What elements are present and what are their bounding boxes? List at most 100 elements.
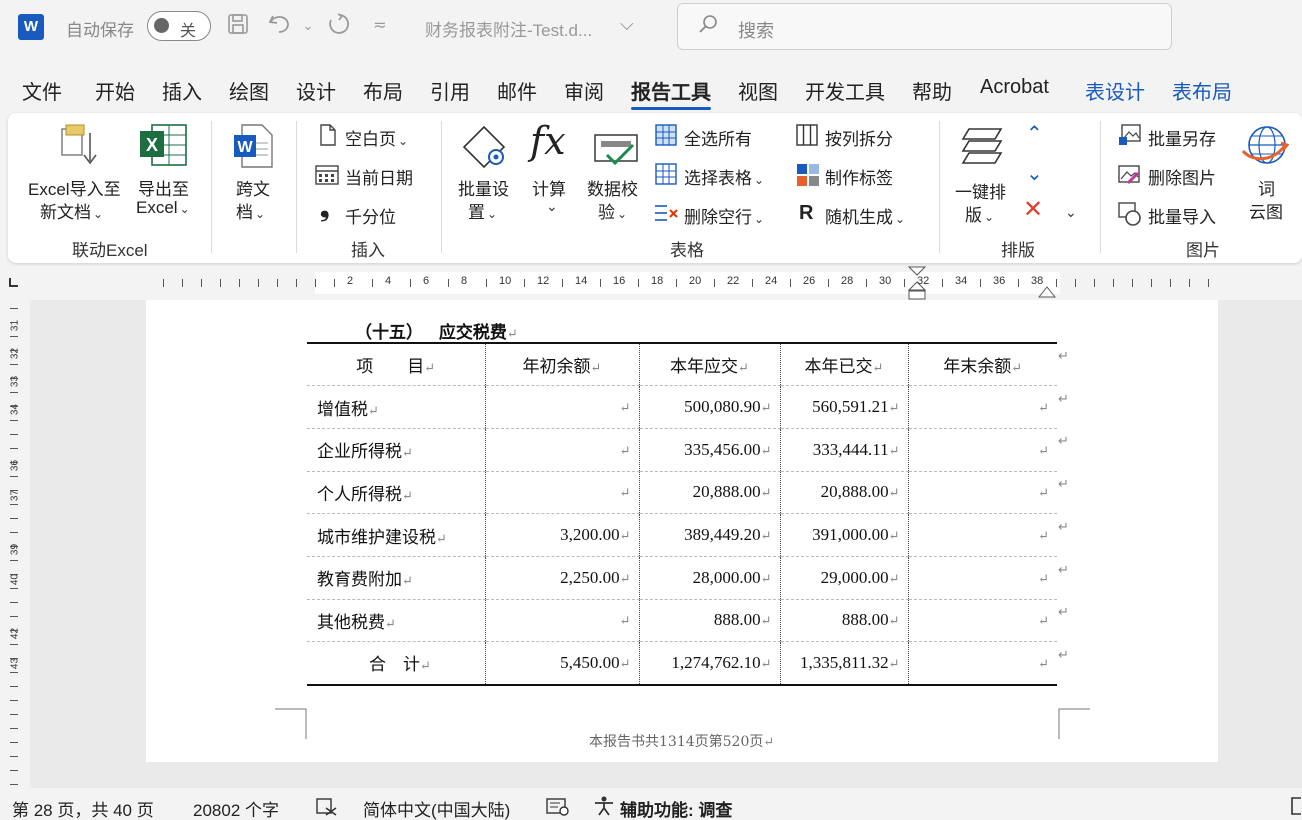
row-label-cell[interactable]: 合 计↵ [307, 641, 485, 686]
table-header-cell[interactable]: 本年应交↵ [638, 343, 780, 387]
value-cell[interactable]: ↵ [484, 471, 639, 515]
random-generate-label: 随机生成 ⌄ [825, 208, 906, 227]
row-label-cell[interactable]: 个人所得税↵ [307, 471, 485, 515]
split-by-column-label: 按列拆分 [825, 130, 893, 149]
value-cell[interactable]: ↵ [907, 556, 1057, 600]
language[interactable]: 简体中文(中国大陆) [363, 796, 510, 820]
tab-home[interactable]: 开始 [95, 76, 135, 105]
right-indent-marker-icon[interactable] [1038, 284, 1056, 298]
tab-table-design[interactable]: 表设计 [1085, 76, 1145, 105]
tab-view[interactable]: 视图 [738, 76, 778, 105]
vertical-ruler-tick [10, 364, 18, 365]
value-cell[interactable]: 888.00↵ [779, 599, 908, 643]
row-label-cell[interactable]: 增值税↵ [307, 385, 485, 429]
ribbon: Excel导入至 新文档 ⌄ X 导出至 Excel ⌄ 联动Excel W 跨文 … [8, 113, 1302, 263]
redo-icon[interactable] [324, 12, 352, 40]
svg-text:X: X [146, 135, 158, 155]
group-layout: 排版 [1001, 241, 1035, 260]
proofing-icon[interactable] [316, 798, 338, 816]
autosave-toggle[interactable]: 关 [147, 11, 211, 41]
accessibility-status[interactable]: 辅助功能: 调查 [620, 796, 732, 820]
value-cell[interactable]: ↵ [907, 513, 1057, 557]
indent-marker-icon[interactable] [907, 266, 927, 300]
tab-mailings[interactable]: 邮件 [497, 76, 537, 105]
focus-mode-icon[interactable] [1290, 797, 1302, 815]
value-cell[interactable]: ↵ [484, 385, 639, 429]
value-cell[interactable]: 20,888.00↵ [638, 471, 780, 515]
value-cell[interactable]: ↵ [907, 471, 1057, 515]
tab-references[interactable]: 引用 [430, 76, 470, 105]
batch-settings-label-1: 批量设 [458, 180, 509, 199]
tab-review[interactable]: 审阅 [564, 76, 604, 105]
value-cell[interactable]: 888.00↵ [638, 599, 780, 643]
value-cell[interactable]: ↵ [484, 428, 639, 472]
value-cell[interactable]: ↵ [907, 428, 1057, 472]
chevron-down-icon[interactable]: ⌵ [620, 14, 634, 35]
page-corner-mark [1058, 708, 1090, 739]
title-bar: W 自动保存 关 ⌄ ≂ 财务报表附注-Test.d... ⌵ 搜索 [0, 0, 1302, 56]
tab-draw[interactable]: 绘图 [229, 76, 269, 105]
table-header-cell[interactable]: 年初余额↵ [484, 343, 639, 387]
page-count[interactable]: 第 28 页，共 40 页 [12, 796, 154, 820]
tab-developer[interactable]: 开发工具 [805, 76, 885, 105]
tab-table-layout[interactable]: 表布局 [1172, 76, 1232, 105]
save-icon[interactable] [224, 12, 252, 40]
value-cell[interactable]: 560,591.21↵ [779, 385, 908, 429]
value-cell[interactable]: 1,335,811.32↵ [779, 641, 908, 686]
chevron-up-icon[interactable]: ⌃ [1026, 121, 1043, 146]
delete-picture-label: 删除图片 [1148, 169, 1216, 188]
row-end-mark: ↵ [1058, 646, 1069, 662]
value-cell[interactable]: 29,000.00↵ [779, 556, 908, 600]
chevron-down-icon[interactable]: ⌄ [1026, 161, 1043, 186]
value-cell[interactable]: 28,000.00↵ [638, 556, 780, 600]
value-cell[interactable]: ↵ [907, 385, 1057, 429]
undo-icon[interactable] [266, 12, 294, 40]
value-cell[interactable]: 1,274,762.10↵ [638, 641, 780, 686]
value-cell[interactable]: 3,200.00↵ [484, 513, 639, 557]
value-cell[interactable]: 500,080.90↵ [638, 385, 780, 429]
tab-file[interactable]: 文件 [22, 76, 62, 105]
close-icon[interactable]: ✕ [1023, 198, 1043, 222]
value-cell[interactable]: 333,444.11↵ [779, 428, 908, 472]
undo-dropdown-icon[interactable]: ⌄ [294, 12, 322, 40]
table-header-cell[interactable]: 项 目↵ [307, 343, 485, 387]
value-cell[interactable]: 391,000.00↵ [779, 513, 908, 557]
row-label-cell[interactable]: 企业所得税↵ [307, 428, 485, 472]
horizontal-ruler[interactable]: 2 4 6 8 10 12 14 16 18 20 22 24 26 28 30 32 34 36 38 [145, 272, 1218, 294]
row-label-cell[interactable]: 其他税费↵ [307, 599, 485, 643]
row-end-mark: ↵ [1058, 390, 1069, 406]
document-title[interactable]: 财务报表附注-Test.d... [425, 16, 592, 41]
accessibility-icon[interactable] [593, 796, 615, 816]
tab-insert[interactable]: 插入 [162, 76, 202, 105]
value-cell[interactable]: ↵ [907, 599, 1057, 643]
tab-help[interactable]: 帮助 [912, 76, 952, 105]
chevron-down-icon[interactable]: ⌄ [1065, 204, 1077, 221]
ruler-tick [163, 279, 164, 287]
value-cell[interactable]: 389,449.20↵ [638, 513, 780, 557]
vertical-ruler[interactable]: 31 32 33 34 36 37 39 40 42 43 [3, 300, 27, 788]
tab-stop-selector[interactable] [9, 278, 18, 287]
search-box[interactable]: 搜索 [677, 3, 1172, 50]
row-label-cell[interactable]: 城市维护建设税↵ [307, 513, 485, 557]
tab-layout[interactable]: 布局 [363, 76, 403, 105]
customize-toolbar-icon[interactable]: ≂ [366, 12, 394, 40]
value-cell[interactable]: ↵ [484, 599, 639, 643]
value-cell[interactable]: 5,450.00↵ [484, 641, 639, 686]
batch-settings-label-2: 置 ⌄ [468, 203, 498, 222]
table-header-cell[interactable]: 本年已交↵ [779, 343, 908, 387]
vertical-ruler-tick [10, 658, 18, 659]
value-cell[interactable]: 335,456.00↵ [638, 428, 780, 472]
row-label-cell[interactable]: 教育费附加↵ [307, 556, 485, 600]
table-header-cell[interactable]: 年末余额↵ [907, 343, 1057, 387]
value-cell[interactable]: ↵ [907, 641, 1057, 686]
value-cell[interactable]: 2,250.00↵ [484, 556, 639, 600]
tab-report-tools[interactable]: 报告工具 [631, 76, 711, 110]
tax-payable-table[interactable]: 项 目↵ 年初余额↵ 本年应交↵ 本年已交↵ 年末余额↵ 增值税↵ ↵ 500,08… [307, 342, 1057, 686]
ruler-tick [562, 279, 563, 287]
word-count[interactable]: 20802 个字 [193, 796, 279, 820]
tab-acrobat[interactable]: Acrobat [980, 76, 1049, 99]
value-cell[interactable]: 20,888.00↵ [779, 471, 908, 515]
tab-design[interactable]: 设计 [296, 76, 336, 105]
image-import-icon [1118, 202, 1141, 226]
text-predictions-icon[interactable] [546, 798, 570, 816]
